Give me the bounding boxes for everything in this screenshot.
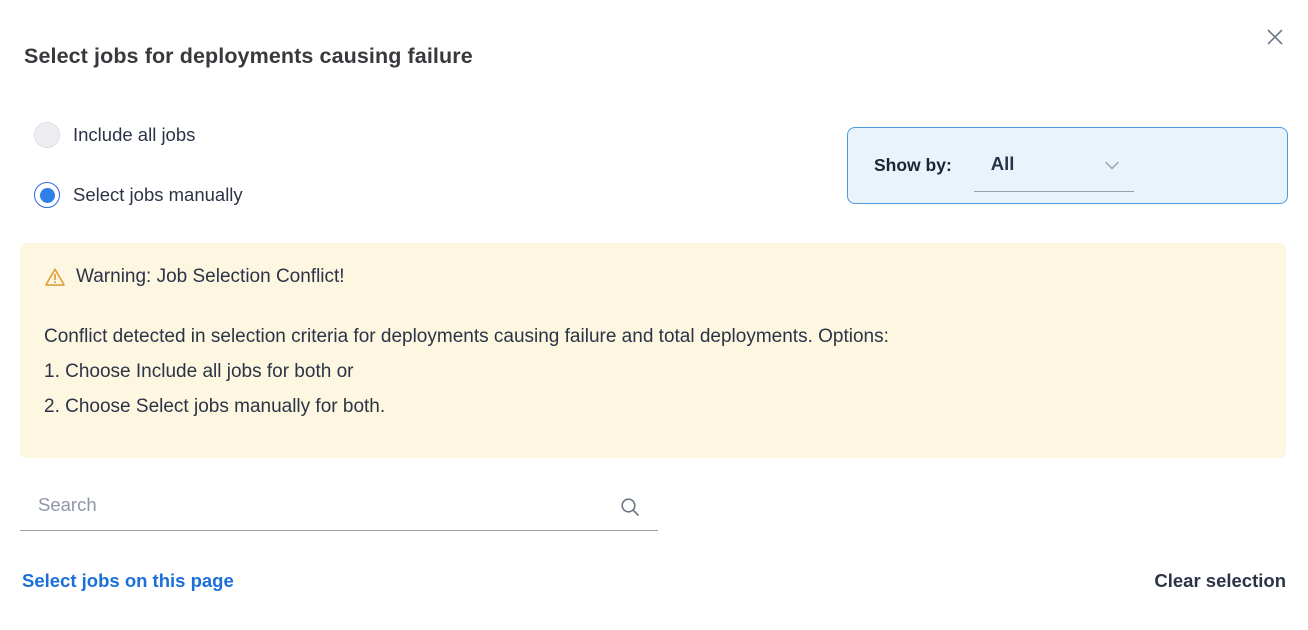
- search-input[interactable]: [20, 486, 658, 530]
- show-by-panel: Show by: All: [847, 127, 1288, 204]
- radio-option-include-all-jobs[interactable]: Include all jobs: [34, 121, 195, 149]
- radio-label: Select jobs manually: [73, 184, 243, 206]
- select-jobs-on-page-link[interactable]: Select jobs on this page: [22, 570, 234, 592]
- show-by-selected-value: All: [991, 153, 1015, 183]
- radio-unselected-icon[interactable]: [34, 122, 60, 148]
- search-icon: [618, 495, 642, 519]
- close-button[interactable]: [1259, 21, 1291, 53]
- warning-body: Conflict detected in selection criteria …: [44, 319, 1262, 424]
- clear-selection-button[interactable]: Clear selection: [1154, 570, 1286, 592]
- radio-option-select-jobs-manually[interactable]: Select jobs manually: [34, 181, 243, 209]
- close-icon: [1265, 27, 1285, 47]
- search-field: [20, 486, 658, 531]
- show-by-label: Show by:: [874, 155, 952, 176]
- search-button[interactable]: [616, 493, 644, 521]
- select-jobs-dialog: Select jobs for deployments causing fail…: [0, 0, 1308, 630]
- show-by-select[interactable]: All: [974, 146, 1134, 192]
- warning-option-2: 2. Choose Select jobs manually for both.: [44, 389, 1262, 424]
- warning-header: Warning: Job Selection Conflict!: [44, 265, 1262, 289]
- radio-selected-icon[interactable]: [34, 182, 60, 208]
- warning-option-1: 1. Choose Include all jobs for both or: [44, 354, 1262, 389]
- radio-label: Include all jobs: [73, 124, 195, 146]
- chevron-down-icon: [1100, 153, 1124, 183]
- warning-title: Warning: Job Selection Conflict!: [76, 266, 345, 288]
- warning-triangle-icon: [44, 266, 66, 288]
- dialog-title: Select jobs for deployments causing fail…: [24, 44, 473, 69]
- warning-banner: Warning: Job Selection Conflict! Conflic…: [20, 243, 1286, 458]
- warning-message: Conflict detected in selection criteria …: [44, 319, 1262, 354]
